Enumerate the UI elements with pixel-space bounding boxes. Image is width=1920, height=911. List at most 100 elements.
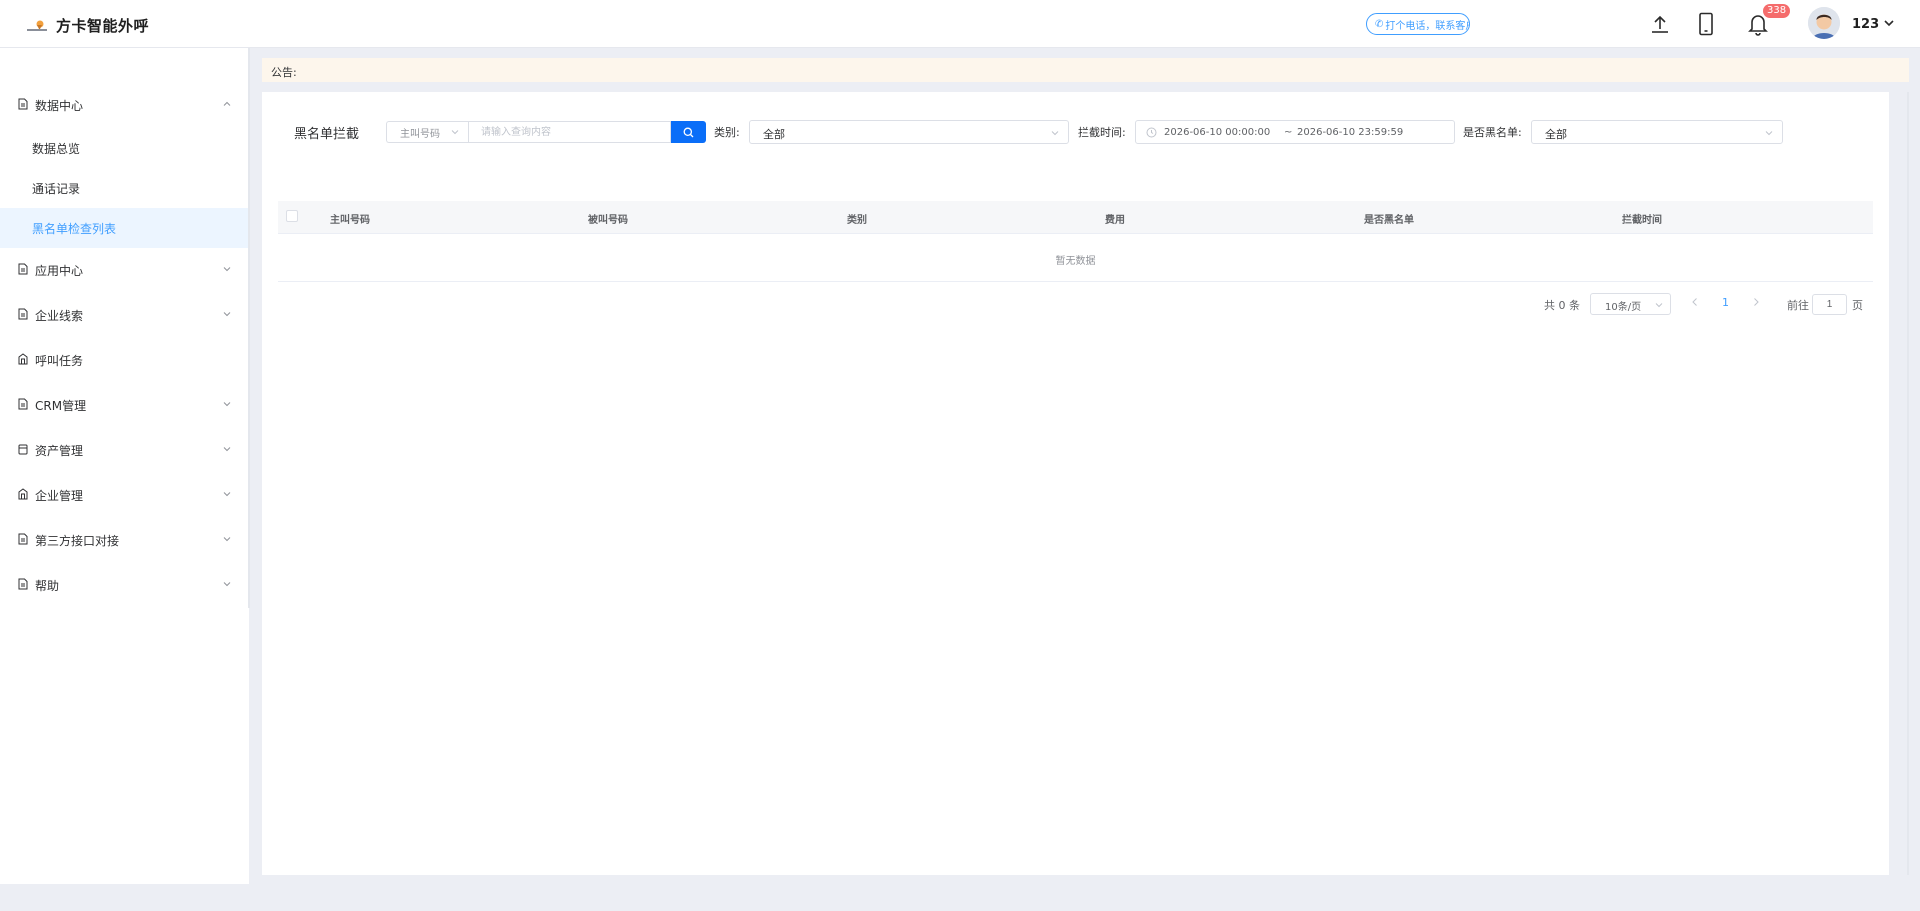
column-header-caller[interactable]: 主叫号码 <box>330 211 370 226</box>
sidebar-group-label: 第三方接口对接 <box>35 534 120 548</box>
search-field-value: 主叫号码 <box>400 128 440 140</box>
main-panel: 黑名单拦截 主叫号码 类别: 全部 拦截时间: 2026-06-10 00:00… <box>262 92 1889 875</box>
sidebar-item-label: 黑名单检查列表 <box>32 222 117 236</box>
sidebar-group-app-center[interactable]: 应用中心 <box>0 248 249 292</box>
sidebar-group-help[interactable]: 帮助 <box>0 563 249 607</box>
page-title: 黑名单拦截 <box>294 127 360 142</box>
document-icon <box>18 578 28 590</box>
top-header: 方卡智能外呼 ✆ 打个电话，联系客户 338 123 <box>0 0 1920 48</box>
column-header-callee[interactable]: 被叫号码 <box>588 211 628 226</box>
table-header: 主叫号码 被叫号码 类别 费用 是否黑名单 拦截时间 <box>278 201 1873 234</box>
chevron-down-icon <box>223 582 231 587</box>
sidebar-group-call-tasks[interactable]: 呼叫任务 <box>0 338 249 382</box>
call-banner-text: 打个电话，联系客户 <box>1385 20 1470 32</box>
document-icon <box>18 398 28 410</box>
sidebar-item-label: 通话记录 <box>32 182 81 196</box>
phone-icon: ✆ <box>1375 18 1384 30</box>
call-banner-button[interactable]: ✆ 打个电话，联系客户 <box>1366 13 1470 35</box>
sidebar-group-label: 帮助 <box>35 579 60 593</box>
sidebar-group-third-party-api[interactable]: 第三方接口对接 <box>0 518 249 562</box>
logo-icon <box>26 19 48 33</box>
blacklist-filter-label: 是否黑名单: <box>1463 126 1522 139</box>
search-field-select[interactable]: 主叫号码 <box>386 121 468 143</box>
chevron-down-icon <box>1655 303 1663 308</box>
sidebar-group-enterprise-leads[interactable]: 企业线索 <box>0 293 249 337</box>
goto-label: 前往 <box>1787 299 1809 312</box>
next-page-button[interactable] <box>1751 295 1761 312</box>
chevron-down-icon <box>223 312 231 317</box>
table-empty-row: 暂无数据 <box>278 234 1873 282</box>
chevron-down-icon <box>451 130 459 135</box>
mobile-device-button[interactable] <box>1692 10 1720 38</box>
sidebar-group-label: 企业线索 <box>35 309 84 323</box>
chevron-down-icon <box>223 447 231 452</box>
sidebar-group-label: 呼叫任务 <box>35 354 84 368</box>
building-icon <box>18 353 28 365</box>
folder-icon <box>18 444 28 455</box>
chevron-down-icon <box>223 267 231 272</box>
document-icon <box>18 308 28 320</box>
blacklist-filter-select[interactable]: 全部 <box>1531 120 1783 144</box>
announcement-bar: 公告: <box>262 58 1909 82</box>
page-number-current[interactable]: 1 <box>1722 296 1729 309</box>
sidebar-group-data-center[interactable]: 数据中心 <box>0 83 249 127</box>
document-icon <box>18 263 28 275</box>
column-header-category[interactable]: 类别 <box>847 211 867 226</box>
building-icon <box>18 488 28 500</box>
column-header-intercept-time[interactable]: 拦截时间 <box>1622 211 1662 226</box>
sidebar-group-label: 应用中心 <box>35 264 84 278</box>
page-suffix-label: 页 <box>1852 299 1863 312</box>
chevron-left-icon <box>1692 298 1697 306</box>
sidebar-group-asset-management[interactable]: 资产管理 <box>0 428 249 472</box>
empty-text: 暂无数据 <box>1055 256 1096 267</box>
select-all-checkbox[interactable] <box>286 210 298 222</box>
pagination-total: 共 0 条 <box>1544 299 1580 312</box>
content-scrollbar[interactable] <box>1907 92 1909 875</box>
category-value: 全部 <box>763 128 785 141</box>
column-header-cost[interactable]: 费用 <box>1105 211 1125 226</box>
sidebar-scrollbar[interactable] <box>248 48 250 608</box>
goto-page-input[interactable] <box>1812 294 1847 315</box>
sidebar-group-label: 企业管理 <box>35 489 84 503</box>
announcement-label: 公告: <box>271 66 297 79</box>
document-icon <box>18 98 28 110</box>
sidebar-group-label: 数据中心 <box>35 99 84 113</box>
notification-badge: 338 <box>1763 4 1791 18</box>
page-size-value: 10条/页 <box>1605 302 1642 313</box>
intercept-time-range-picker[interactable]: 2026-06-10 00:00:00 ~ 2026-06-10 23:59:5… <box>1135 120 1455 144</box>
category-select[interactable]: 全部 <box>749 120 1069 144</box>
brand-logo[interactable]: 方卡智能外呼 <box>26 15 149 36</box>
user-name[interactable]: 123 <box>1852 17 1879 32</box>
category-label: 类别: <box>714 126 740 139</box>
avatar[interactable] <box>1808 7 1840 39</box>
search-input[interactable] <box>468 121 671 143</box>
document-icon <box>18 533 28 545</box>
sidebar: 数据中心 数据总览 通话记录 黑名单检查列表 应用中心 企业线索 呼叫任务 CR… <box>0 48 249 884</box>
sidebar-item-call-records[interactable]: 通话记录 <box>0 168 249 208</box>
chevron-up-icon <box>223 101 231 106</box>
clock-icon <box>1146 127 1157 138</box>
sidebar-group-label: CRM管理 <box>35 399 87 413</box>
chevron-down-icon <box>1051 131 1059 136</box>
chevron-down-icon[interactable] <box>1883 17 1895 32</box>
blacklist-table: 主叫号码 被叫号码 类别 费用 是否黑名单 拦截时间 暂无数据 <box>278 201 1873 282</box>
upload-icon <box>1652 15 1668 33</box>
sidebar-group-enterprise-management[interactable]: 企业管理 <box>0 473 249 517</box>
time-range-start: 2026-06-10 00:00:00 <box>1164 127 1271 138</box>
upload-button[interactable] <box>1646 10 1674 38</box>
search-button[interactable] <box>671 121 706 143</box>
sidebar-item-label: 数据总览 <box>32 142 81 156</box>
chevron-right-icon <box>1754 298 1759 306</box>
sidebar-item-data-overview[interactable]: 数据总览 <box>0 128 249 168</box>
page-size-select[interactable]: 10条/页 <box>1590 293 1671 315</box>
intercept-time-label: 拦截时间: <box>1078 126 1126 139</box>
column-header-is-blacklist[interactable]: 是否黑名单 <box>1364 211 1414 226</box>
sidebar-group-crm[interactable]: CRM管理 <box>0 383 249 427</box>
search-group: 主叫号码 <box>386 121 706 143</box>
prev-page-button[interactable] <box>1690 295 1700 312</box>
chevron-down-icon <box>1765 131 1773 136</box>
time-range-end: 2026-06-10 23:59:59 <box>1297 127 1404 138</box>
phone-device-icon <box>1699 12 1713 36</box>
time-range-separator: ~ <box>1284 127 1293 138</box>
sidebar-item-blacklist-check[interactable]: 黑名单检查列表 <box>0 208 249 248</box>
